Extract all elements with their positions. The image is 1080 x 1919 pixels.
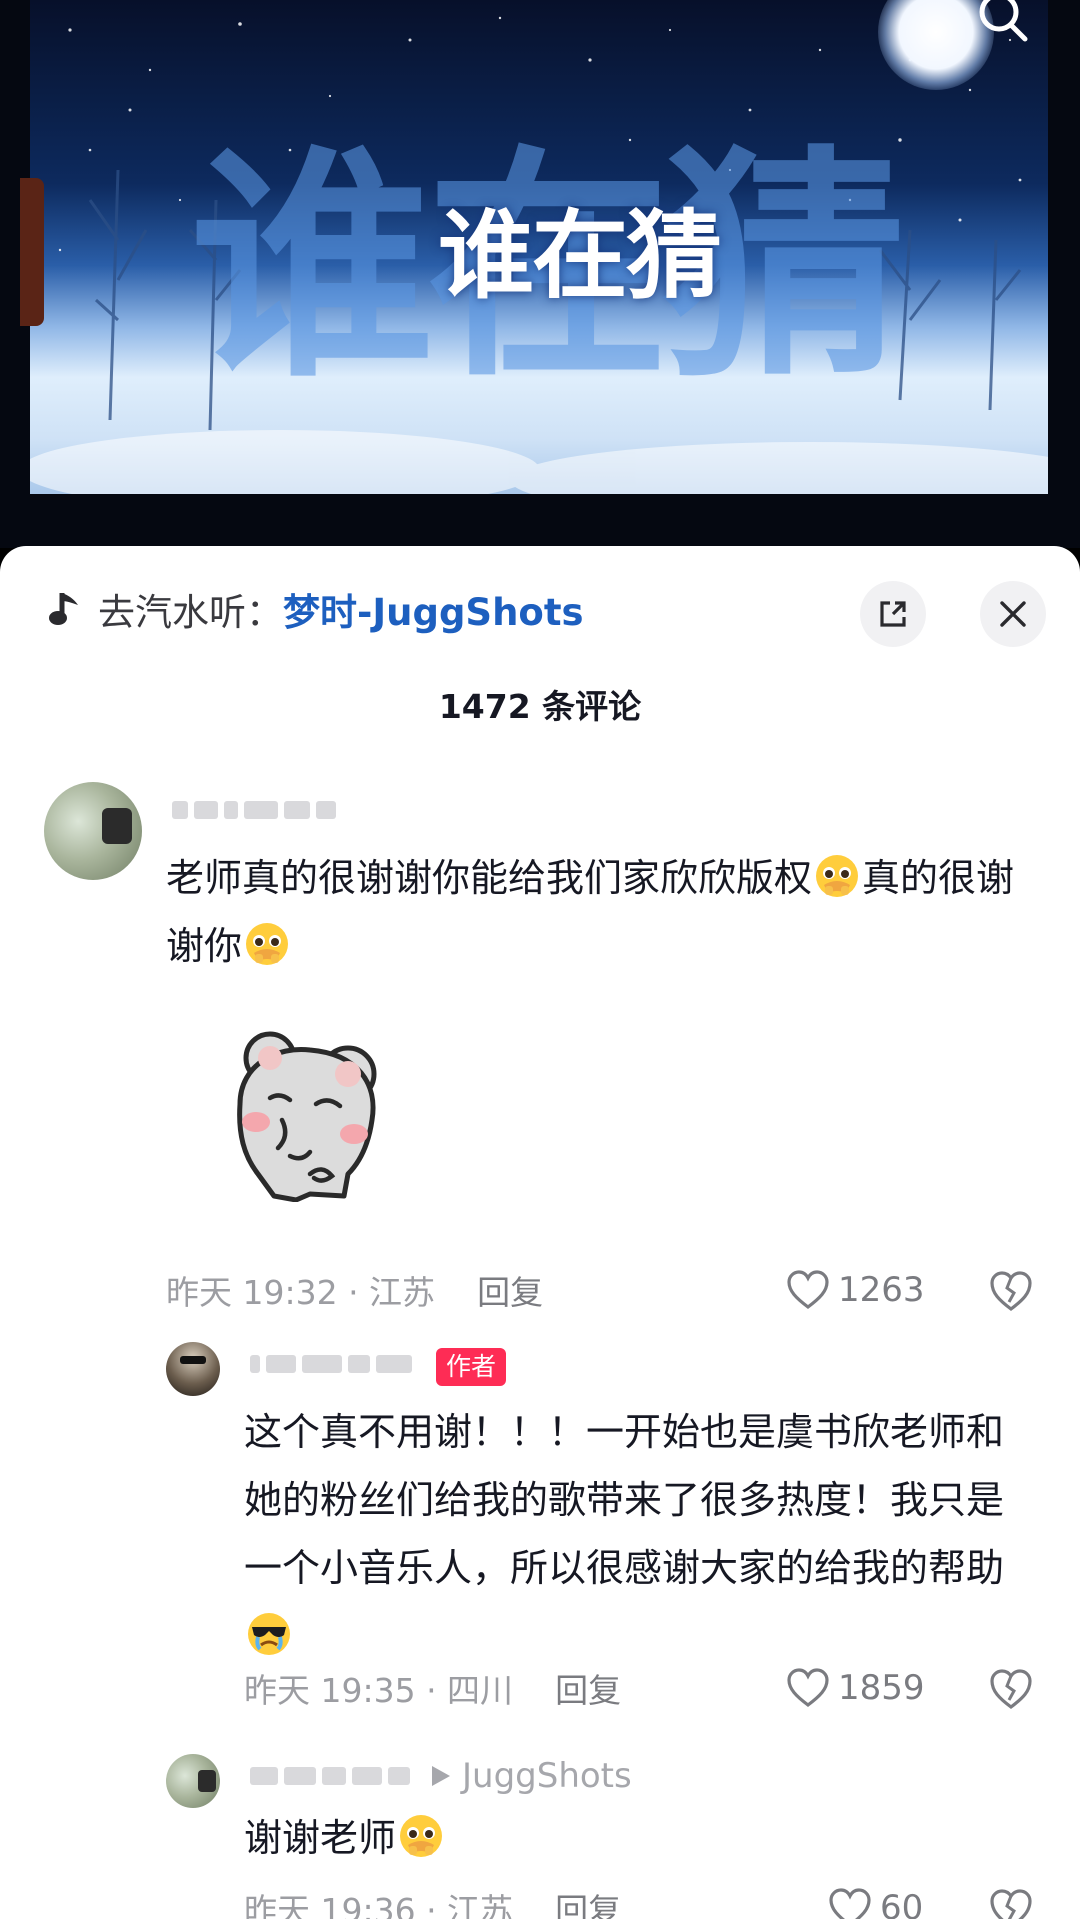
video-player[interactable]: 谁在猜 谁在猜 (0, 0, 1080, 548)
reply-text: 这个真不用谢！！！一开始也是虞书欣老师和她的粉丝们给我的歌带来了很多热度！我只是… (244, 1398, 1028, 1670)
music-song: 梦时-JuggShots (283, 591, 584, 634)
reply-text-body: 谢谢老师 (244, 1816, 397, 1860)
pleading-face-emoji (246, 923, 289, 965)
avatar[interactable] (44, 782, 142, 880)
expand-button[interactable] (860, 581, 926, 647)
like-count: 1859 (838, 1668, 925, 1708)
heart-icon (787, 1668, 829, 1708)
like-button[interactable]: 1263 (786, 1266, 925, 1314)
broken-heart-icon[interactable] (988, 1268, 1034, 1314)
author-avatar[interactable] (166, 1342, 220, 1396)
reply-button[interactable]: 回复 (555, 1664, 621, 1712)
username-blurred[interactable] (172, 796, 336, 824)
reply-meta: 昨天 19:35 · 四川 回复 (244, 1666, 621, 1710)
username-blurred[interactable] (250, 1762, 410, 1790)
search-button[interactable] (970, 0, 1040, 52)
pleading-face-emoji (400, 1815, 443, 1857)
reply-button[interactable]: 回复 (555, 1884, 621, 1919)
heart-icon (787, 1270, 829, 1310)
comment-text: 老师真的很谢谢你能给我们家欣欣版权 真的很谢谢你 (166, 844, 1046, 980)
video-frame: 谁在猜 谁在猜 (30, 0, 1048, 510)
music-link[interactable]: 去汽水听： 梦时-JuggShots (48, 588, 584, 634)
pleading-face-emoji (816, 855, 859, 897)
reply-time: 昨天 19:36 · 江苏 (244, 1891, 514, 1919)
reply-to[interactable]: JuggShots (430, 1756, 632, 1796)
like-count: 60 (880, 1888, 924, 1919)
like-button[interactable]: 1859 (786, 1664, 925, 1712)
music-prefix: 去汽水听： (98, 591, 283, 634)
close-icon (1000, 601, 1026, 627)
like-count: 1263 (838, 1270, 925, 1310)
side-handle[interactable] (20, 178, 44, 326)
reply-text: 谢谢老师 (244, 1804, 1028, 1872)
reply-text-body: 这个真不用谢！！！一开始也是虞书欣老师和她的粉丝们给我的歌带来了很多热度！我只是… (244, 1410, 1005, 1590)
heart-icon (829, 1888, 871, 1919)
reply-button[interactable]: 回复 (477, 1266, 543, 1314)
close-button[interactable] (980, 581, 1046, 647)
comment-count: 1472 条评论 (438, 687, 642, 726)
video-title-small: 谁在猜 (438, 199, 722, 312)
reply-meta: 昨天 19:36 · 江苏 回复 (244, 1886, 621, 1919)
reply-to-name: JuggShots (462, 1756, 632, 1796)
avatar[interactable] (166, 1754, 220, 1808)
search-icon (979, 0, 1028, 42)
broken-heart-icon[interactable] (988, 1666, 1034, 1712)
broken-heart-icon[interactable] (988, 1886, 1034, 1919)
expand-icon (880, 601, 906, 627)
like-button[interactable]: 60 (828, 1884, 923, 1919)
comment-panel: 去汽水听： 梦时-JuggShots 1472 条评论 老师真的很谢谢你能给我们… (0, 546, 1080, 1919)
author-name-blurred[interactable] (250, 1350, 412, 1378)
comment-time: 昨天 19:32 · 江苏 (166, 1273, 436, 1312)
frame-edge (30, 494, 1048, 510)
mouse-sticker-image[interactable] (218, 1024, 394, 1202)
comment-meta: 昨天 19:32 · 江苏 回复 (166, 1268, 543, 1312)
music-note-icon (49, 593, 78, 625)
play-triangle-icon (432, 1766, 450, 1786)
sunglasses-crying-emoji (248, 1613, 290, 1655)
comment-text-part1: 老师真的很谢谢你能给我们家欣欣版权 (166, 856, 813, 900)
reply-time: 昨天 19:35 · 四川 (244, 1671, 514, 1710)
author-badge: 作者 (436, 1348, 507, 1386)
